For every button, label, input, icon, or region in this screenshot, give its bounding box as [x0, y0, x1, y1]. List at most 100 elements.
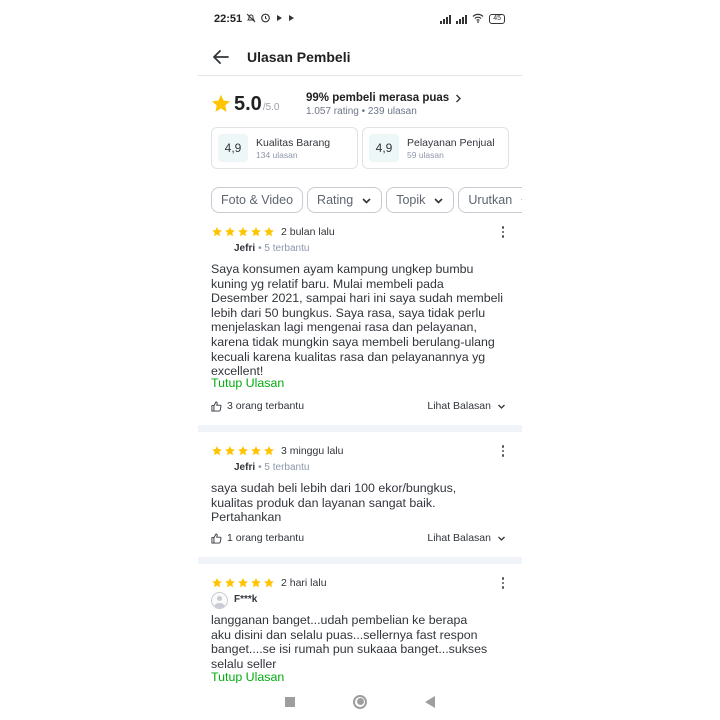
review-stars — [211, 445, 275, 457]
review-line: aku disini dan selalu puas...sellernya f… — [211, 627, 478, 642]
review-line: kecuali karena kualitas rasa dan pelayan… — [211, 349, 486, 364]
review-line: kuning yg relatif baru. Mulai membeli pa… — [211, 276, 444, 291]
star-icon — [212, 578, 222, 588]
review-line: saya sudah beli lebih dari 100 ekor/bung… — [211, 481, 457, 495]
battery-icon: 45 — [489, 14, 505, 24]
category-label: Kualitas Barang — [256, 136, 331, 149]
avatar — [211, 592, 228, 609]
signal-icon — [456, 14, 468, 24]
view-replies-button[interactable]: Lihat Balasan — [427, 400, 506, 412]
alarm-icon — [260, 12, 271, 26]
chevron-down-icon — [498, 404, 505, 409]
filter-topic[interactable]: Topik — [386, 187, 455, 213]
star-icon — [225, 227, 235, 237]
category-count: 134 ulasan — [256, 149, 298, 160]
satisfaction-link[interactable]: 99% pembeli merasa puas 1.057 rating • 2… — [306, 92, 462, 117]
view-replies-button[interactable]: Lihat Balasan — [427, 532, 506, 544]
star-icon — [212, 227, 222, 237]
category-cards: 4,9 Kualitas Barang 134 ulasan 4,9 Pelay… — [211, 127, 509, 169]
helpful-button[interactable]: 3 orang terbantu — [211, 400, 304, 412]
helpful-count: 3 orang terbantu — [227, 400, 305, 412]
filter-rating[interactable]: Rating — [307, 187, 383, 213]
chevron-down-icon — [434, 197, 443, 204]
filter-label: Foto & Video — [221, 193, 294, 207]
review-stars — [211, 226, 275, 238]
view-replies-label: Lihat Balasan — [427, 400, 491, 412]
star-icon — [251, 227, 261, 237]
review-line: menjelaskan lagi mengenai rasa dan pelay… — [211, 320, 477, 335]
more-options-button[interactable] — [498, 575, 508, 591]
review-stars — [211, 577, 275, 589]
collapse-review-link[interactable]: Tutup Ulasan — [211, 670, 284, 684]
category-label: Pelayanan Penjual — [407, 136, 495, 149]
review-line: Saya konsumen ayam kampung ungkep bumbu — [211, 262, 474, 276]
play-icon — [287, 14, 295, 25]
status-time: 22:51 — [214, 13, 243, 25]
star-icon — [238, 446, 248, 456]
filter-label: Rating — [317, 193, 354, 207]
reviewer-badge: • 5 terbantu — [258, 462, 310, 473]
chevron-down-icon — [498, 536, 505, 541]
reviewer: Jefri • 5 terbantu — [234, 462, 309, 473]
star-icon — [264, 227, 274, 237]
category-card-seller-service[interactable]: 4,9 Pelayanan Penjual 59 ulasan — [362, 127, 509, 169]
filter-label: Urutkan — [468, 193, 513, 207]
star-icon — [238, 227, 248, 237]
review-line: Pertahankan — [211, 510, 282, 525]
section-divider — [198, 425, 522, 432]
average-score: 5.0 — [234, 92, 262, 115]
arrow-left-icon — [213, 49, 229, 64]
status-bar: 22:51 45 — [198, 0, 522, 38]
star-icon — [251, 578, 261, 588]
system-back-button[interactable] — [425, 695, 435, 708]
reviewer-name: F***k — [234, 594, 258, 605]
review-line: karena tidak mungkin saya membeli berula… — [211, 334, 495, 349]
page-title: Ulasan Pembeli — [247, 48, 351, 65]
star-icon — [212, 446, 222, 456]
review-text: Saya konsumen ayam kampung ungkep bumbu … — [211, 262, 511, 379]
mute-icon — [246, 13, 256, 26]
helpful-count: 1 orang terbantu — [227, 532, 305, 544]
more-options-button[interactable] — [498, 224, 508, 240]
review-time: 3 minggu lalu — [281, 445, 344, 457]
star-icon — [238, 578, 248, 588]
section-divider — [198, 557, 522, 564]
phone-screen: 22:51 45 Ulasan Pembeli 5.0 /5.0 99% pem… — [198, 0, 522, 720]
filter-label: Topik — [396, 193, 426, 207]
review-text: saya sudah beli lebih dari 100 ekor/bung… — [211, 481, 511, 525]
filter-sort[interactable]: Urutkan — [458, 187, 522, 213]
back-button[interactable] — [198, 38, 244, 76]
review-time: 2 hari lalu — [281, 577, 327, 589]
star-icon — [264, 578, 274, 588]
recent-apps-button[interactable] — [285, 696, 295, 707]
reviewer-badge: • 5 terbantu — [258, 243, 310, 254]
review-line: kualitas produk dan layanan sangat baik. — [211, 495, 436, 510]
more-options-button[interactable] — [498, 443, 508, 459]
reviewer: F***k — [234, 594, 257, 605]
collapse-review-link[interactable]: Tutup Ulasan — [211, 376, 284, 390]
category-score: 4,9 — [218, 134, 248, 162]
home-button[interactable] — [353, 694, 367, 709]
star-icon — [264, 446, 274, 456]
review-text: langganan banget...udah pembelian ke ber… — [211, 613, 511, 671]
category-score: 4,9 — [369, 134, 399, 162]
filter-bar: Foto & Video Rating Topik Urutkan — [211, 187, 522, 213]
review-time: 2 bulan lalu — [281, 226, 335, 238]
review-line: langganan banget...udah pembelian ke ber… — [211, 613, 468, 627]
play-icon — [275, 14, 283, 25]
category-card-product-quality[interactable]: 4,9 Kualitas Barang 134 ulasan — [211, 127, 358, 169]
review-line: lebih dari 50 bungkus. Saya rasa, saya t… — [211, 305, 486, 320]
star-icon — [225, 446, 235, 456]
category-count: 59 ulasan — [407, 149, 444, 160]
helpful-button[interactable]: 1 orang terbantu — [211, 532, 304, 544]
filter-photo-video[interactable]: Foto & Video — [211, 187, 304, 213]
star-icon — [225, 578, 235, 588]
max-score: /5.0 — [262, 101, 280, 113]
star-icon — [212, 94, 230, 112]
reviewer-name: Jefri — [234, 243, 256, 254]
satisfaction-text: 99% pembeli merasa puas — [306, 92, 450, 104]
review-line: banget....se isi rumah pun sukaaa banget… — [211, 642, 488, 657]
chevron-down-icon — [521, 198, 522, 200]
rating-counts: 1.057 rating • 239 ulasan — [306, 106, 417, 117]
star-icon — [251, 446, 261, 456]
